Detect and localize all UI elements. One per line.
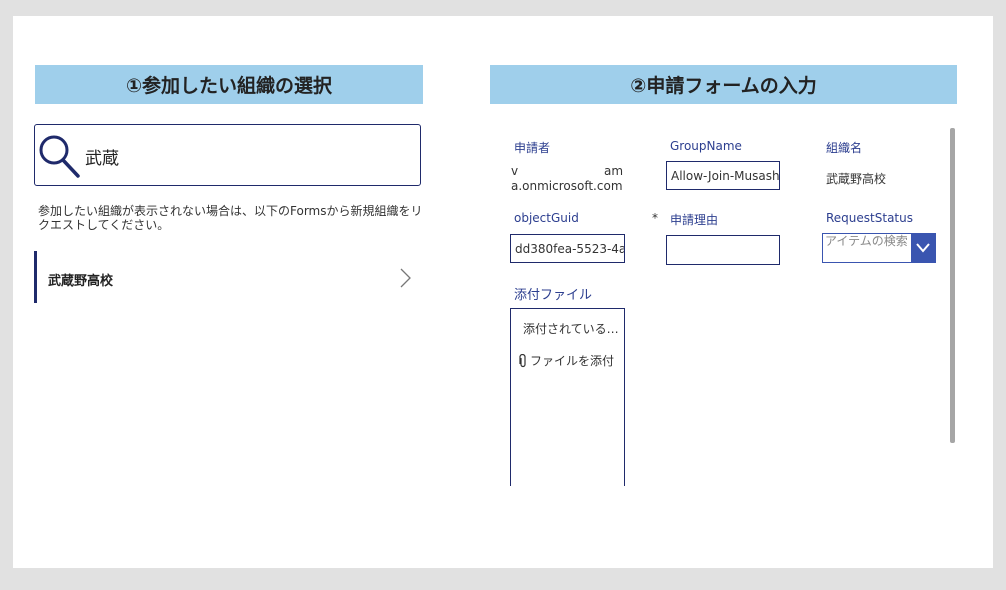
required-mark: *: [652, 211, 658, 225]
applicant-value-line2: a.onmicrosoft.com: [511, 179, 623, 193]
attach-file-label: ファイルを添付: [530, 354, 615, 368]
applicant-label: 申請者: [514, 141, 551, 155]
chevron-down-icon: [916, 243, 930, 253]
org-name-label: 組織名: [826, 141, 863, 155]
search-value: 武蔵: [85, 149, 119, 169]
attach-file-button[interactable]: ファイルを添付: [519, 352, 614, 369]
applicant-value-line1-start: v: [511, 164, 519, 178]
attachments-control: 添付されている… ファイルを添付: [510, 308, 625, 486]
list-item[interactable]: 武蔵野高校: [34, 251, 414, 303]
attachments-label: 添付ファイル: [514, 288, 593, 303]
section-header-form-input: ②申請フォームの入力: [490, 65, 957, 104]
hint-text: 参加したい組織が表示されない場合は、以下のFormsから新規組織をリクエストして…: [38, 204, 423, 232]
search-input[interactable]: 武蔵: [34, 124, 421, 186]
section-header-select-org: ①参加したい組織の選択: [35, 65, 423, 104]
chevron-right-icon[interactable]: [398, 267, 412, 289]
org-name-value: 武蔵野高校: [826, 172, 887, 186]
group-name-label: GroupName: [670, 139, 742, 153]
search-icon: [39, 135, 80, 178]
list-item-label: 武蔵野高校: [48, 274, 114, 289]
reason-field[interactable]: [666, 235, 780, 265]
app-canvas: ①参加したい組織の選択 武蔵 参加したい組織が表示されない場合は、以下のForm…: [13, 16, 993, 568]
group-name-field[interactable]: Allow-Join-Musash: [666, 161, 780, 190]
scrollbar[interactable]: [950, 128, 955, 443]
applicant-value-line1-end: am: [604, 164, 624, 178]
reason-label: 申請理由: [670, 213, 719, 227]
dropdown-button[interactable]: [911, 234, 935, 262]
object-guid-field[interactable]: dd380fea-5523-4a: [510, 234, 625, 263]
request-status-combobox[interactable]: アイテムの検索: [822, 233, 936, 263]
paperclip-icon: [519, 353, 526, 367]
request-status-placeholder: アイテムの検索: [825, 234, 908, 248]
object-guid-label: objectGuid: [514, 211, 579, 225]
request-status-label: RequestStatus: [826, 211, 913, 225]
attachments-empty-text: 添付されている…: [523, 322, 619, 336]
